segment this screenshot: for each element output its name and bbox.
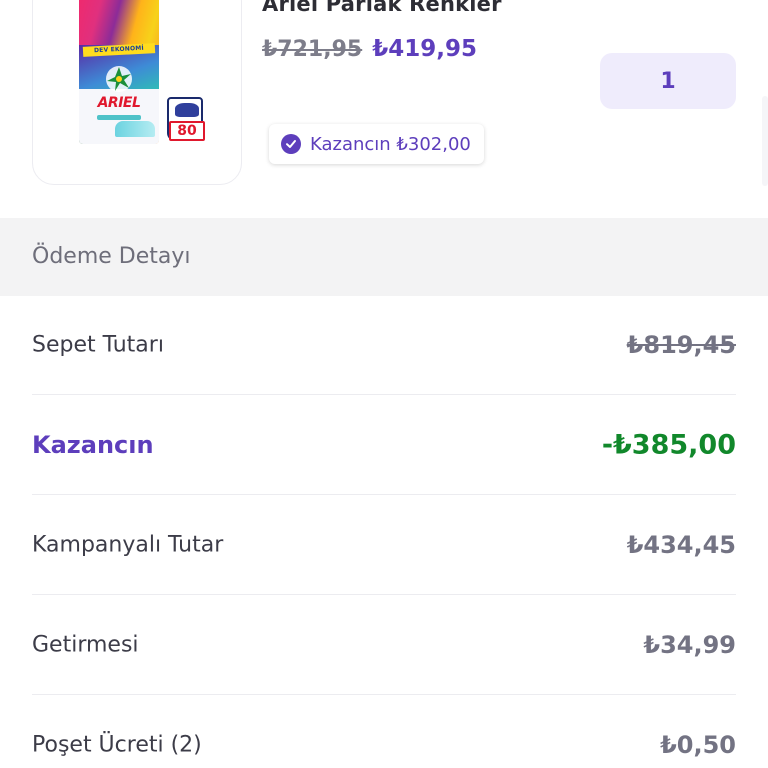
detail-label: Kazancın (32, 430, 154, 459)
savings-badge: Kazancın ₺302,00 (269, 124, 484, 164)
ariel-logo-icon (106, 66, 132, 92)
detail-label: Kampanyalı Tutar (32, 532, 224, 557)
detail-value: ₺0,50 (660, 731, 736, 759)
new-price: ₺419,95 (372, 36, 477, 62)
payment-details-list: Sepet Tutarı ₺819,45 Kazancın -₺385,00 K… (32, 296, 736, 768)
pack-brand-text: ARIEL (97, 95, 141, 111)
detail-row-savings: Kazancın -₺385,00 (32, 395, 736, 495)
detail-value: ₺34,99 (643, 630, 736, 659)
detail-row-campaign-total: Kampanyalı Tutar ₺434,45 (32, 495, 736, 595)
cart-product-item: DEV EKONOMİ ARIEL 80 Ariel Parlak Renkle… (0, 0, 768, 218)
detergent-pack-image: DEV EKONOMİ ARIEL (79, 0, 159, 144)
detail-label: Sepet Tutarı (32, 332, 164, 358)
washing-machine-icon: 80 (165, 89, 205, 143)
product-name[interactable]: Ariel Parlak Renkler (262, 0, 502, 16)
detail-row-basket-total: Sepet Tutarı ₺819,45 (32, 296, 736, 395)
savings-text: Kazancın ₺302,00 (310, 133, 471, 155)
old-price: ₺721,95 (262, 37, 363, 62)
quantity-value: 1 (660, 68, 676, 94)
quantity-button[interactable]: 1 (600, 53, 736, 109)
detail-label: Poşet Ücreti (2) (32, 732, 202, 758)
check-circle-icon (281, 134, 301, 154)
product-image[interactable]: DEV EKONOMİ ARIEL 80 (32, 0, 242, 185)
detail-row-delivery-fee: Getirmesi ₺34,99 (32, 595, 736, 695)
detail-value: ₺434,45 (626, 530, 736, 559)
detail-row-bag-fee: Poşet Ücreti (2) ₺0,50 (32, 695, 736, 768)
section-title: Ödeme Detayı (32, 244, 191, 269)
washes-count: 80 (169, 121, 205, 141)
payment-details-header: Ödeme Detayı (0, 218, 768, 296)
detail-value: -₺385,00 (601, 429, 736, 460)
scrollbar[interactable] (762, 96, 768, 186)
detail-value: ₺819,45 (626, 331, 736, 359)
price-row: ₺721,95 ₺419,95 (262, 36, 477, 62)
detail-label: Getirmesi (32, 632, 139, 657)
